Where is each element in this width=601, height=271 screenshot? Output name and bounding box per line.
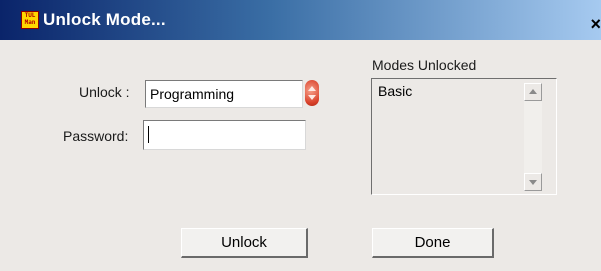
unlock-mode-select[interactable]: Programming	[145, 80, 303, 108]
scroll-down-button[interactable]	[524, 173, 542, 191]
unlock-button[interactable]: Unlock	[181, 228, 308, 258]
unlock-mode-dialog: TUL Man Unlock Mode... × Unlock : Progra…	[0, 0, 601, 271]
window-title: Unlock Mode...	[43, 10, 166, 29]
password-field[interactable]	[143, 120, 306, 150]
scroll-up-button[interactable]	[524, 83, 542, 101]
password-label: Password:	[63, 128, 129, 144]
modes-unlocked-list[interactable]: Basic	[371, 78, 557, 195]
spinner-up-icon[interactable]	[308, 86, 316, 91]
text-caret	[148, 126, 149, 143]
title-bar[interactable]: TUL Man Unlock Mode...	[0, 0, 601, 40]
unlock-mode-value: Programming	[150, 86, 235, 102]
close-button[interactable]: ×	[587, 14, 601, 34]
scroll-down-arrow-icon	[529, 180, 537, 185]
scroll-up-arrow-icon	[529, 89, 537, 94]
mode-spinner-icon[interactable]	[305, 80, 319, 106]
spinner-down-icon[interactable]	[308, 95, 316, 100]
done-button[interactable]: Done	[372, 228, 494, 258]
list-item[interactable]: Basic	[378, 83, 412, 99]
modes-unlocked-header: Modes Unlocked	[372, 57, 477, 73]
list-scrollbar[interactable]	[524, 83, 542, 191]
app-logo-icon: TUL Man	[21, 11, 39, 29]
unlock-label: Unlock :	[79, 84, 130, 100]
